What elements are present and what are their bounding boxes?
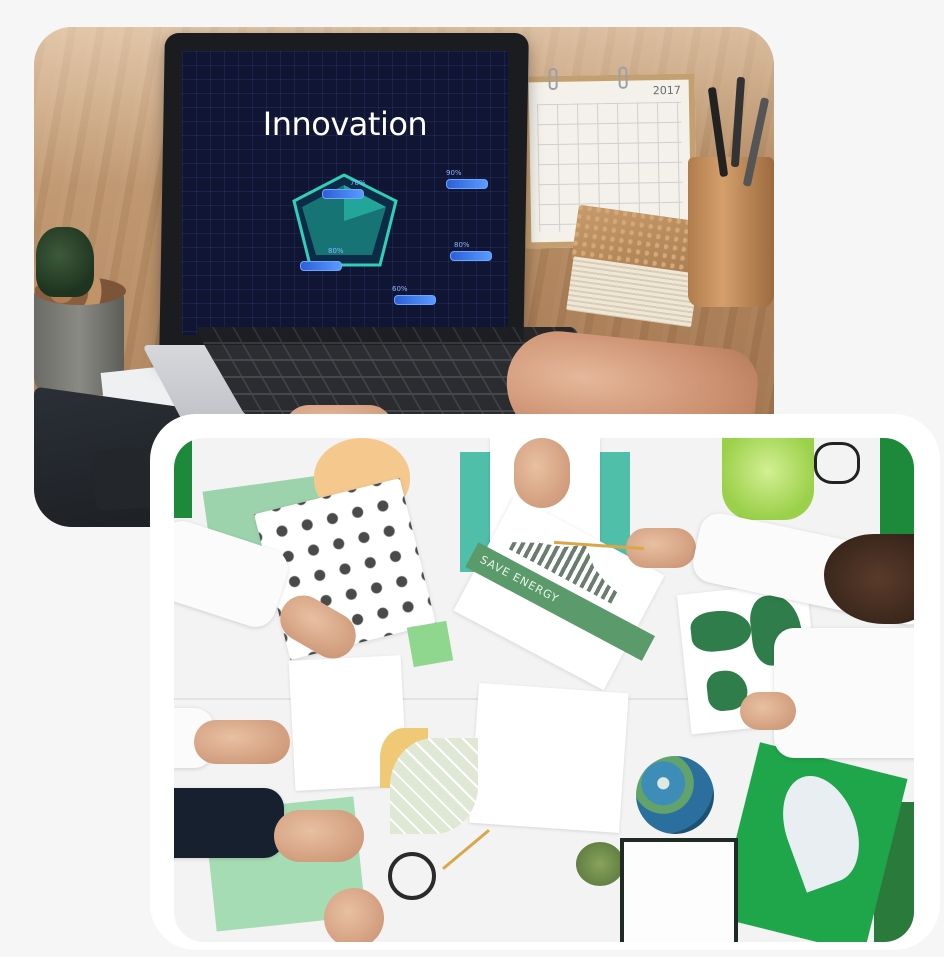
stat-bar [300,261,342,271]
team-brainstorm-photo: SAVE ENERGY [174,438,914,942]
stat-bar [394,295,436,305]
eyeglasses [814,442,860,484]
succulent-pot [576,842,624,886]
calendar-ring [548,67,558,91]
hand [740,692,796,730]
sleeve-white [774,628,914,758]
stat-label: 60% [392,285,408,293]
sleeve-navy [174,788,284,858]
green-board [880,438,914,548]
green-board [174,438,192,518]
cork-notebooks [562,204,708,342]
magnifying-glass [388,852,436,900]
stat-bar [446,179,488,189]
cactus [36,227,94,297]
hand [194,720,290,764]
stat-label: 80% [454,241,470,249]
laptop-screen: Innovation 70% 90% 80% 80% 60% [182,51,508,335]
green-cup [722,438,814,520]
stat-bar [450,251,492,261]
pencil [442,829,490,870]
hand [274,810,364,862]
sticky-note [406,620,454,668]
hair [824,534,914,624]
stat-bar [322,189,364,199]
calendar-year: 2017 [652,83,681,98]
continent [689,607,753,654]
pencil-cup [688,157,774,307]
hand [324,888,384,942]
stat-label: 80% [328,247,344,255]
notebook [620,838,738,942]
paper-sheet [469,682,629,834]
calendar-ring [618,66,628,89]
stat-label: 70% [350,179,366,187]
globe-card [636,756,714,834]
pointing-hand [514,438,570,508]
stat-label: 90% [446,169,462,177]
leaf-card [390,738,478,834]
